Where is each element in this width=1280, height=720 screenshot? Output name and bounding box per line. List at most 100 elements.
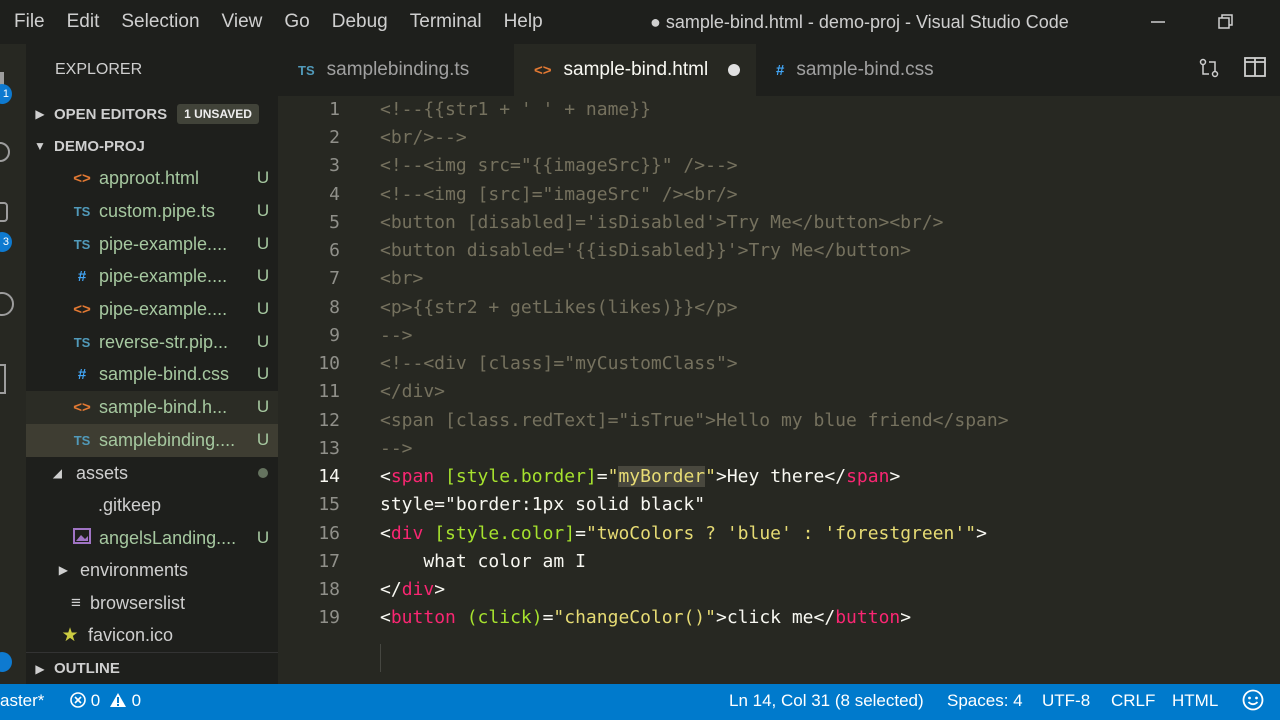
file-item[interactable]: ★ favicon.ico [26,619,278,652]
code-line[interactable]: <!--<div [class]="myCustomClass"> [380,353,738,374]
file-item[interactable]: <> approot.html U [26,162,278,195]
html-file-icon: <> [73,300,91,318]
menu-go[interactable]: Go [273,0,320,44]
code-line[interactable]: <span [style.border]="myBorder">Hey ther… [380,466,900,487]
smiley-icon [1242,689,1264,711]
image-file-icon [70,528,94,548]
line-number: 15 [318,494,340,515]
open-editors-section[interactable]: ▶ OPEN EDITORS 1 UNSAVED [26,98,278,130]
file-name: approot.html [99,167,200,188]
css-file-icon: # [77,267,87,285]
activity-badge: 1 [0,84,12,104]
minimize-button[interactable] [1128,0,1188,44]
file-item[interactable]: <> sample-bind.h... U [26,391,278,424]
code-line[interactable]: </div> [380,381,445,402]
warning-count: 0 [131,691,142,710]
open-changes-button[interactable] [1196,57,1222,83]
menu-edit[interactable]: Edit [56,0,111,44]
restore-button[interactable] [1196,0,1256,44]
chevron-right-icon: ▶ [58,563,68,578]
tab-samplebinding-ts[interactable]: TS samplebinding.ts [278,44,514,96]
language-mode[interactable]: HTML [1172,684,1218,718]
line-ending[interactable]: CRLF [1111,684,1155,718]
file-item[interactable]: TS pipe-example.... U [26,228,278,261]
chevron-down-icon: ▼ [34,139,46,153]
indentation[interactable]: Spaces: 4 [947,684,1023,718]
explorer-header: EXPLORER [55,61,143,78]
source-control-badge: 3 [0,232,12,252]
code-line[interactable]: <button (click)="changeColor()">click me… [380,607,911,628]
code-line[interactable]: <br> [380,268,423,289]
accounts-activity-icon[interactable] [0,652,12,672]
file-item[interactable]: ≡ browserslist [26,587,278,620]
code-line[interactable]: <!--<img src="{{imageSrc}}" />--> [380,155,738,176]
menu-help[interactable]: Help [493,0,554,44]
source-control-activity-icon[interactable] [0,202,8,222]
code-line[interactable]: what color am I [380,551,586,572]
search-activity-icon[interactable] [0,142,10,162]
unsaved-dot-icon[interactable] [728,64,741,76]
folder-assets[interactable]: ◢ assets [26,457,278,490]
file-item[interactable]: # pipe-example.... U [26,260,278,293]
line-number: 6 [329,240,340,261]
warning-icon [109,693,126,707]
code-line[interactable]: <span [class.redText]="isTrue">Hello my … [380,410,1009,431]
ts-file-icon: TS [73,432,91,448]
chevron-down-icon: ◢ [52,466,62,481]
code-line[interactable]: <button disabled='{{isDisabled}}'>Try Me… [380,240,911,261]
explorer-sidebar: EXPLORER ▶ OPEN EDITORS 1 UNSAVED ▼ DEMO… [26,44,278,684]
code-line[interactable]: <button [disabled]='isDisabled'>Try Me</… [380,212,944,233]
outline-section[interactable]: ▶ OUTLINE [26,652,278,684]
file-name: reverse-str.pip... [99,331,229,352]
extensions-activity-icon[interactable] [0,364,6,394]
tab-label: sample-bind.html [563,59,709,80]
problems-indicator[interactable]: 0 0 [70,684,141,718]
file-item[interactable]: .gitkeep [26,489,278,522]
code-line[interactable]: <!--{{str1 + ' ' + name}} [380,99,651,120]
code-line[interactable]: style="border:1px solid black" [380,494,705,515]
title-bar: File Edit Selection View Go Debug Termin… [0,0,1280,44]
file-item[interactable]: # sample-bind.css U [26,358,278,391]
code-line[interactable]: --> [380,438,413,459]
tab-sample-bind-html[interactable]: <> sample-bind.html [514,44,756,96]
menu-file[interactable]: File [0,0,56,44]
tab-sample-bind-css[interactable]: # sample-bind.css [756,44,980,96]
error-icon [70,692,86,708]
menu-view[interactable]: View [211,0,274,44]
feedback-button[interactable] [1242,684,1264,718]
project-section[interactable]: ▼ DEMO-PROJ [26,130,278,162]
modified-dot-icon [258,468,268,479]
line-number: 10 [318,353,340,374]
file-item[interactable]: TS reverse-str.pip... U [26,326,278,359]
code-line[interactable]: <!--<img [src]="imageSrc" /><br/> [380,184,738,205]
file-item[interactable]: <> pipe-example.... U [26,293,278,326]
menu-debug[interactable]: Debug [321,0,399,44]
activity-bar: 1 3 [0,44,26,684]
git-status: U [256,397,270,417]
cursor-position[interactable]: Ln 14, Col 31 (8 selected) [729,684,924,718]
line-number: 2 [329,127,340,148]
status-bar: aster* 0 0 Ln 14, Col 31 (8 selected) Sp… [0,684,1280,720]
git-status: U [256,364,270,384]
outline-label: OUTLINE [54,660,120,677]
git-status: U [256,332,270,352]
code-line[interactable]: <div [style.color]="twoColors ? 'blue' :… [380,523,987,544]
folder-environments[interactable]: ▶ environments [26,554,278,587]
open-changes-icon [1199,58,1219,78]
file-item[interactable]: TS samplebinding.... U [26,424,278,457]
menu-terminal[interactable]: Terminal [399,0,493,44]
file-item[interactable]: angelsLanding.... U [26,522,278,555]
menu-selection[interactable]: Selection [110,0,210,44]
split-editor-button[interactable] [1242,57,1268,83]
code-line[interactable]: </div> [380,579,445,600]
folder-name: environments [80,559,189,580]
code-line[interactable]: --> [380,325,413,346]
git-branch[interactable]: aster* [0,684,44,718]
file-item[interactable]: TS custom.pipe.ts U [26,195,278,228]
debug-activity-icon[interactable] [0,292,14,316]
code-line[interactable]: <p>{{str2 + getLikes(likes)}}</p> [380,297,738,318]
code-editor[interactable]: 1 2 3 4 5 6 7 8 9 10 11 12 13 14 15 16 1… [278,96,1280,684]
restore-icon [1218,14,1233,29]
encoding[interactable]: UTF-8 [1042,684,1090,718]
code-line[interactable]: <br/>--> [380,127,467,148]
